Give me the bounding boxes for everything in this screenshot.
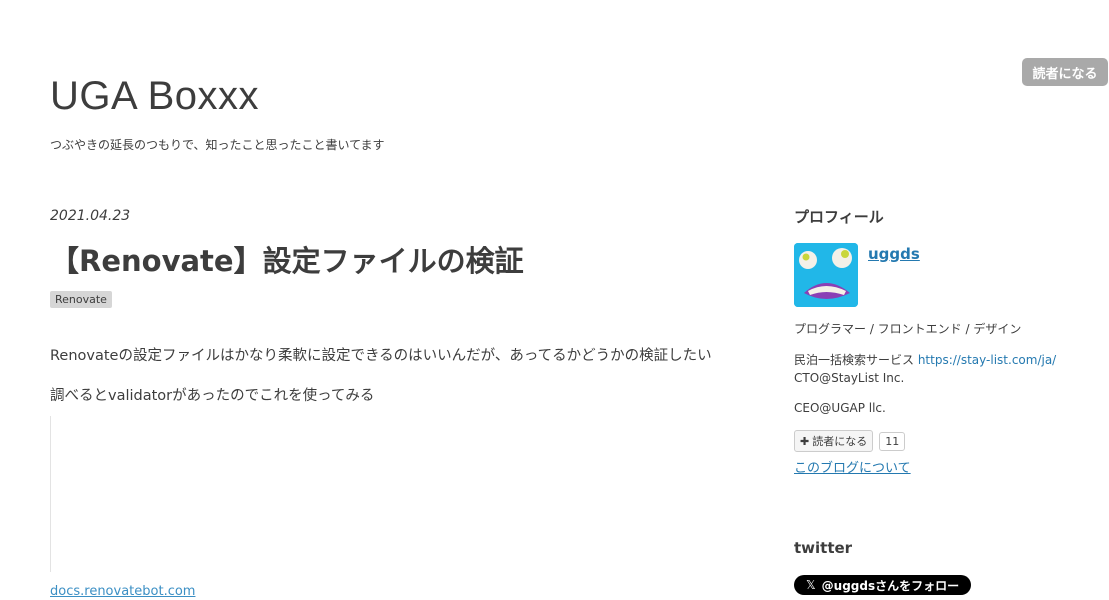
avatar-image — [794, 243, 858, 307]
blog-title[interactable]: UGA Boxxx — [50, 74, 259, 119]
category-badge[interactable]: Renovate — [50, 291, 112, 308]
paragraph: 調べるとvalidatorがあったのでこれを使ってみる — [50, 388, 375, 404]
entry-date[interactable]: 2021.04.23 — [50, 208, 130, 224]
stay-list-link[interactable]: https://stay-list.com/ja/ — [918, 353, 1056, 367]
sidebar-subscribe-label: 読者になる — [812, 435, 868, 448]
embed-link[interactable]: docs.renovatebot.com — [50, 584, 195, 599]
subscriber-count: 11 — [879, 431, 906, 451]
profile-ceo-text: CEO@UGAP llc. — [794, 401, 886, 415]
twitter-heading-text: twitter — [794, 539, 853, 557]
profile-details: 民泊一括検索サービス https://stay-list.com/ja/ CTO… — [794, 351, 1056, 387]
embed-card-border — [50, 416, 51, 572]
profile-heading: プロフィール — [794, 206, 884, 227]
sidebar-subscribe: ✚ 読者になる 11 — [794, 430, 906, 452]
blog-description: つぶやきの延長のつもりで、知ったこと思ったこと書いてます — [50, 138, 385, 152]
subscribe-button[interactable]: 読者になる — [1022, 58, 1108, 86]
about-blog-link[interactable]: このブログについて — [794, 457, 911, 476]
paragraph: Renovateの設定ファイルはかなり柔軟に設定できるのはいいんだが、あってるか… — [50, 348, 712, 364]
profile-heading-text: プロフィール — [794, 208, 884, 226]
profile-username-link[interactable]: uggds — [868, 245, 920, 263]
profile-service-text: 民泊一括検索サービス — [794, 353, 918, 367]
twitter-follow-button[interactable]: 𝕏 @uggdsさんをフォロー — [794, 575, 972, 595]
follow-label: @uggdsさんをフォロー — [821, 578, 960, 593]
profile-bio: プログラマー / フロントエンド / デザイン — [794, 322, 1022, 336]
profile-cto-text: CTO@StayList Inc. — [794, 371, 905, 385]
avatar[interactable] — [794, 243, 858, 307]
entry-title[interactable]: 【Renovate】設定ファイルの検証 — [50, 238, 524, 280]
plus-icon: ✚ — [800, 434, 810, 448]
x-logo-icon: 𝕏 — [806, 578, 816, 592]
twitter-heading: twitter — [794, 539, 852, 557]
sidebar-subscribe-button[interactable]: ✚ 読者になる — [794, 430, 874, 452]
